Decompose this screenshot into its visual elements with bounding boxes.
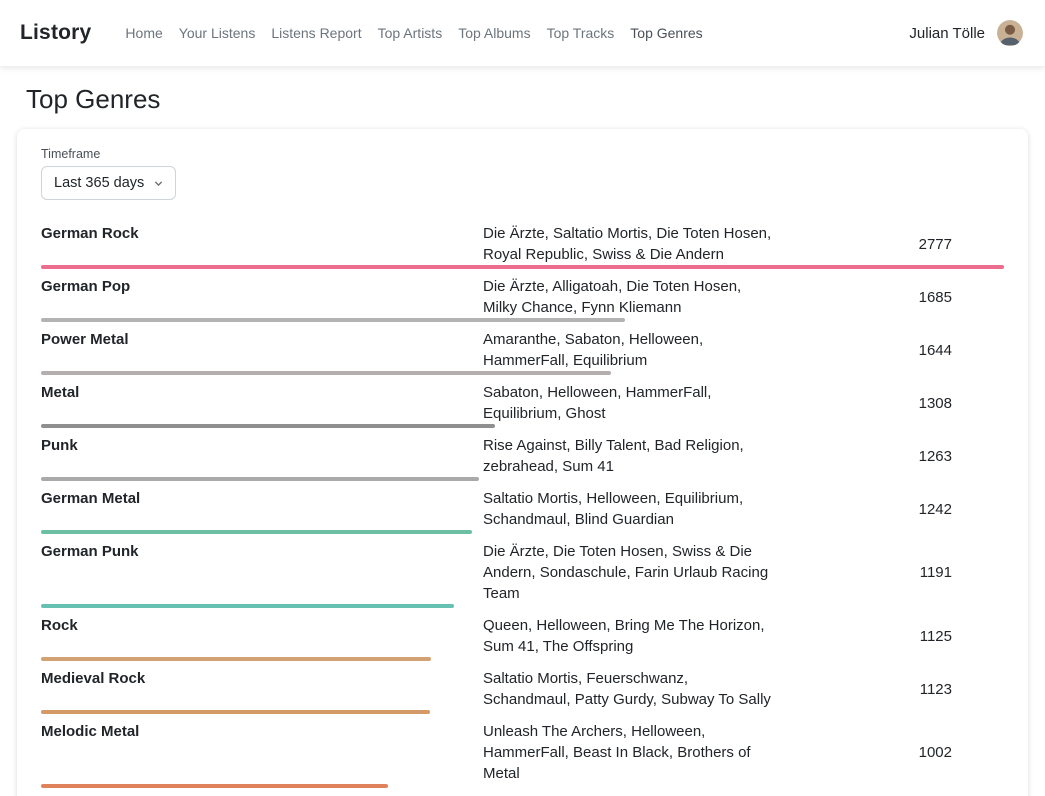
genre-artists: Die Ärzte, Alligatoah, Die Toten Hosen, … (483, 276, 775, 318)
nav-item-top-artists[interactable]: Top Artists (370, 17, 451, 49)
genre-count: 1308 (775, 393, 1004, 414)
genre-name: German Metal (41, 488, 483, 509)
genre-name: Punk (41, 435, 483, 456)
genre-artists: Sabaton, Helloween, HammerFall, Equilibr… (483, 382, 775, 424)
genre-count: 1263 (775, 446, 1004, 467)
genre-row: Punk Rise Against, Billy Talent, Bad Rel… (41, 428, 1004, 481)
genre-name: German Rock (41, 223, 483, 244)
genre-row: German Punk Die Ärzte, Die Toten Hosen, … (41, 534, 1004, 608)
genre-row: Power Metal Amaranthe, Sabaton, Hellowee… (41, 322, 1004, 375)
timeframe-selected-value: Last 365 days (54, 175, 144, 191)
genre-row: German Pop Die Ärzte, Alligatoah, Die To… (41, 269, 1004, 322)
genre-name: Power Metal (41, 329, 483, 350)
genre-count: 2777 (775, 234, 1004, 255)
genre-artists: Amaranthe, Sabaton, Helloween, HammerFal… (483, 329, 775, 371)
nav-item-home[interactable]: Home (117, 17, 170, 49)
brand-logo[interactable]: Listory (20, 21, 91, 45)
genre-row: German Metal Saltatio Mortis, Helloween,… (41, 481, 1004, 534)
genre-count: 1242 (775, 499, 1004, 520)
user-area: Julian Tölle (909, 20, 1023, 46)
nav-item-top-genres[interactable]: Top Genres (622, 17, 710, 49)
genre-row: German Indie Bukahara, Käptn Peng, KYTES… (41, 788, 1004, 796)
genre-row: Medieval Rock Saltatio Mortis, Feuerschw… (41, 661, 1004, 714)
avatar[interactable] (997, 20, 1023, 46)
genre-name: Metal (41, 382, 483, 403)
nav-item-listens-report[interactable]: Listens Report (263, 17, 369, 49)
genre-count: 1191 (775, 562, 1004, 583)
genre-artists: Rise Against, Billy Talent, Bad Religion… (483, 435, 775, 477)
genre-name: Medieval Rock (41, 668, 483, 689)
genre-count: 1125 (775, 626, 1004, 647)
top-genres-card: Timeframe Last 365 days German Rock Die … (17, 129, 1028, 796)
genre-artists: Die Ärzte, Die Toten Hosen, Swiss & Die … (483, 541, 775, 604)
genre-count: 1644 (775, 340, 1004, 361)
genre-artists: Queen, Helloween, Bring Me The Horizon, … (483, 615, 775, 657)
nav-links: HomeYour ListensListens ReportTop Artist… (117, 17, 710, 49)
page-title: Top Genres (0, 84, 1045, 115)
genre-name: Rock (41, 615, 483, 636)
nav-item-your-listens[interactable]: Your Listens (171, 17, 264, 49)
genre-rows: German Rock Die Ärzte, Saltatio Mortis, … (41, 216, 1004, 796)
timeframe-label: Timeframe (41, 147, 1004, 161)
genre-row: Metal Sabaton, Helloween, HammerFall, Eq… (41, 375, 1004, 428)
genre-artists: Unleash The Archers, Helloween, HammerFa… (483, 721, 775, 784)
genre-name: German Punk (41, 541, 483, 562)
chevron-down-icon (154, 179, 163, 188)
avatar-image (997, 20, 1023, 46)
genre-row: Melodic Metal Unleash The Archers, Hello… (41, 714, 1004, 788)
nav-item-top-tracks[interactable]: Top Tracks (539, 17, 623, 49)
genre-row: Rock Queen, Helloween, Bring Me The Hori… (41, 608, 1004, 661)
genre-artists: Saltatio Mortis, Feuerschwanz, Schandmau… (483, 668, 775, 710)
genre-name: German Pop (41, 276, 483, 297)
genre-name: Melodic Metal (41, 721, 483, 742)
nav-item-top-albums[interactable]: Top Albums (450, 17, 538, 49)
genre-artists: Saltatio Mortis, Helloween, Equilibrium,… (483, 488, 775, 530)
genre-artists: Die Ärzte, Saltatio Mortis, Die Toten Ho… (483, 223, 775, 265)
user-name[interactable]: Julian Tölle (909, 25, 985, 42)
navbar: Listory HomeYour ListensListens ReportTo… (0, 0, 1045, 66)
genre-count: 1123 (775, 679, 1004, 700)
genre-row: German Rock Die Ärzte, Saltatio Mortis, … (41, 216, 1004, 269)
genre-count: 1685 (775, 287, 1004, 308)
genre-count: 1002 (775, 742, 1004, 763)
timeframe-select[interactable]: Last 365 days (41, 166, 176, 200)
